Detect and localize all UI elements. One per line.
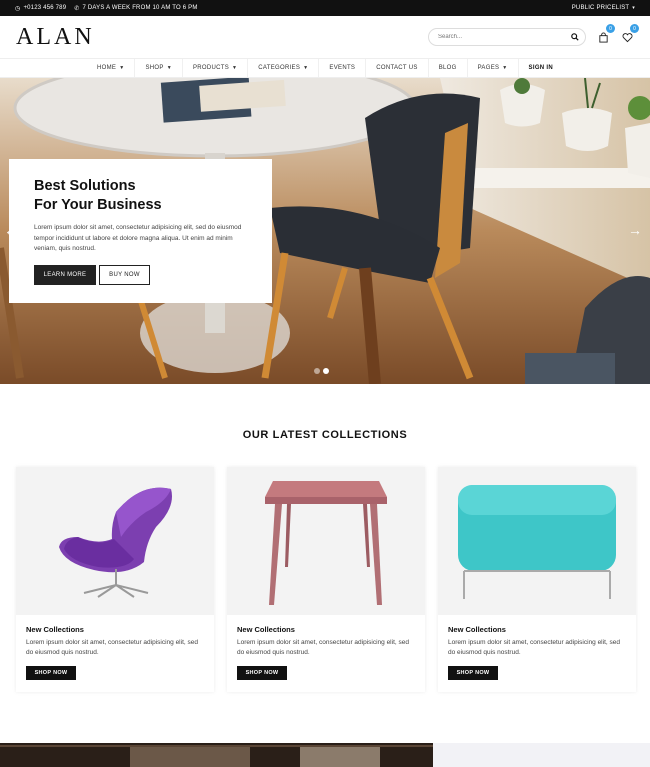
purple-lounge-chair-image[interactable] [16, 467, 214, 615]
wishlist-button[interactable]: 0 [620, 24, 639, 44]
nav-item-pages[interactable]: PAGES ▼ [468, 59, 519, 77]
main-nav: HOME ▼ SHOP ▼ PRODUCTS ▼ CATEGORIES ▼ EVENTS… [0, 58, 650, 78]
card-text: Lorem ipsum dolor sit amet, consectetur … [237, 639, 409, 656]
site-header: ALAN 0 0 [0, 16, 650, 58]
shopping-bag-icon [598, 31, 608, 43]
card-title: New Collections [237, 625, 295, 634]
cart-count-badge: 0 [606, 24, 615, 33]
caret-down-icon: ▼ [119, 65, 125, 71]
next-section-preview [0, 743, 650, 767]
nav-item-products[interactable]: PRODUCTS ▼ [183, 59, 249, 77]
nav-item-signin[interactable]: SIGN IN [519, 59, 563, 77]
learn-more-button[interactable]: LEARN MORE [34, 264, 96, 285]
collections-title: OUR LATEST COLLECTIONS [242, 429, 408, 441]
caret-down-icon: ▼ [232, 65, 238, 71]
cart-button[interactable]: 0 [596, 24, 615, 44]
caret-down-icon: ▼ [166, 65, 172, 71]
card-title: New Collections [448, 625, 506, 634]
caret-down-icon: ▼ [502, 65, 508, 71]
site-logo[interactable]: ALAN [16, 24, 95, 51]
card-title: New Collections [26, 625, 84, 634]
nav-item-events[interactable]: EVENTS [319, 59, 367, 77]
caret-down-icon: ▼ [303, 65, 309, 71]
clock-icon: ◷ [15, 5, 21, 12]
phone-icon: ✆ [74, 5, 80, 12]
slider-pagination [314, 368, 329, 374]
chevron-down-icon: ▾ [632, 5, 635, 11]
buy-now-button[interactable]: BUY NOW [99, 264, 150, 285]
shop-now-button[interactable]: SHOP NOW [26, 666, 76, 680]
search-icon[interactable] [571, 33, 579, 41]
top-bar: ◷ +0123 456 789 ✆ 7 DAYS A WEEK FROM 10 … [0, 0, 650, 16]
teal-ottoman-image[interactable] [438, 467, 636, 615]
hours-info: ✆ 7 DAYS A WEEK FROM 10 AM TO 6 PM [74, 5, 197, 12]
search-box[interactable] [428, 28, 586, 46]
hero-title-line2: For Your Business [34, 197, 162, 213]
collection-card[interactable]: New Collections Lorem ipsum dolor sit am… [227, 467, 425, 692]
hero-text: Lorem ipsum dolor sit amet, consectetur … [34, 224, 242, 252]
card-text: Lorem ipsum dolor sit amet, consectetur … [26, 639, 198, 656]
arrow-right-icon[interactable]: → [628, 222, 642, 238]
nav-item-blog[interactable]: BLOG [429, 59, 468, 77]
hero-title: Best Solutions For Your Business [34, 177, 247, 215]
nav-item-shop[interactable]: SHOP ▼ [135, 59, 183, 77]
content-panel [433, 743, 650, 767]
hero-title-line1: Best Solutions [34, 178, 136, 194]
shop-now-button[interactable]: SHOP NOW [448, 666, 498, 680]
pink-wooden-table-image[interactable] [227, 467, 425, 615]
wishlist-count-badge: 0 [630, 24, 639, 33]
phone-text: +0123 456 789 [23, 5, 67, 11]
arrow-left-icon[interactable]: ← [4, 222, 18, 238]
interior-banner-image [0, 743, 433, 767]
collection-card[interactable]: New Collections Lorem ipsum dolor sit am… [16, 467, 214, 692]
heart-icon [622, 32, 632, 42]
slide-dot-2[interactable] [323, 368, 329, 374]
search-input[interactable] [438, 34, 558, 40]
phone-info[interactable]: ◷ +0123 456 789 [15, 5, 66, 12]
nav-item-categories[interactable]: CATEGORIES ▼ [248, 59, 320, 77]
card-text: Lorem ipsum dolor sit amet, consectetur … [448, 639, 620, 656]
hours-text: 7 DAYS A WEEK FROM 10 AM TO 6 PM [82, 5, 198, 11]
collection-card[interactable]: New Collections Lorem ipsum dolor sit am… [438, 467, 636, 692]
collections-grid: New Collections Lorem ipsum dolor sit am… [0, 467, 650, 692]
hero-slider: Best Solutions For Your Business Lorem i… [0, 78, 650, 384]
shop-now-button[interactable]: SHOP NOW [237, 666, 287, 680]
hero-caption-box: Best Solutions For Your Business Lorem i… [9, 159, 272, 303]
nav-item-home[interactable]: HOME ▼ [87, 59, 136, 77]
pricelist-label: PUBLIC PRICELIST [571, 5, 630, 11]
nav-item-contact[interactable]: CONTACT US [366, 59, 429, 77]
slide-dot-1[interactable] [314, 368, 320, 374]
pricelist-dropdown[interactable]: PUBLIC PRICELIST ▾ [572, 5, 635, 11]
